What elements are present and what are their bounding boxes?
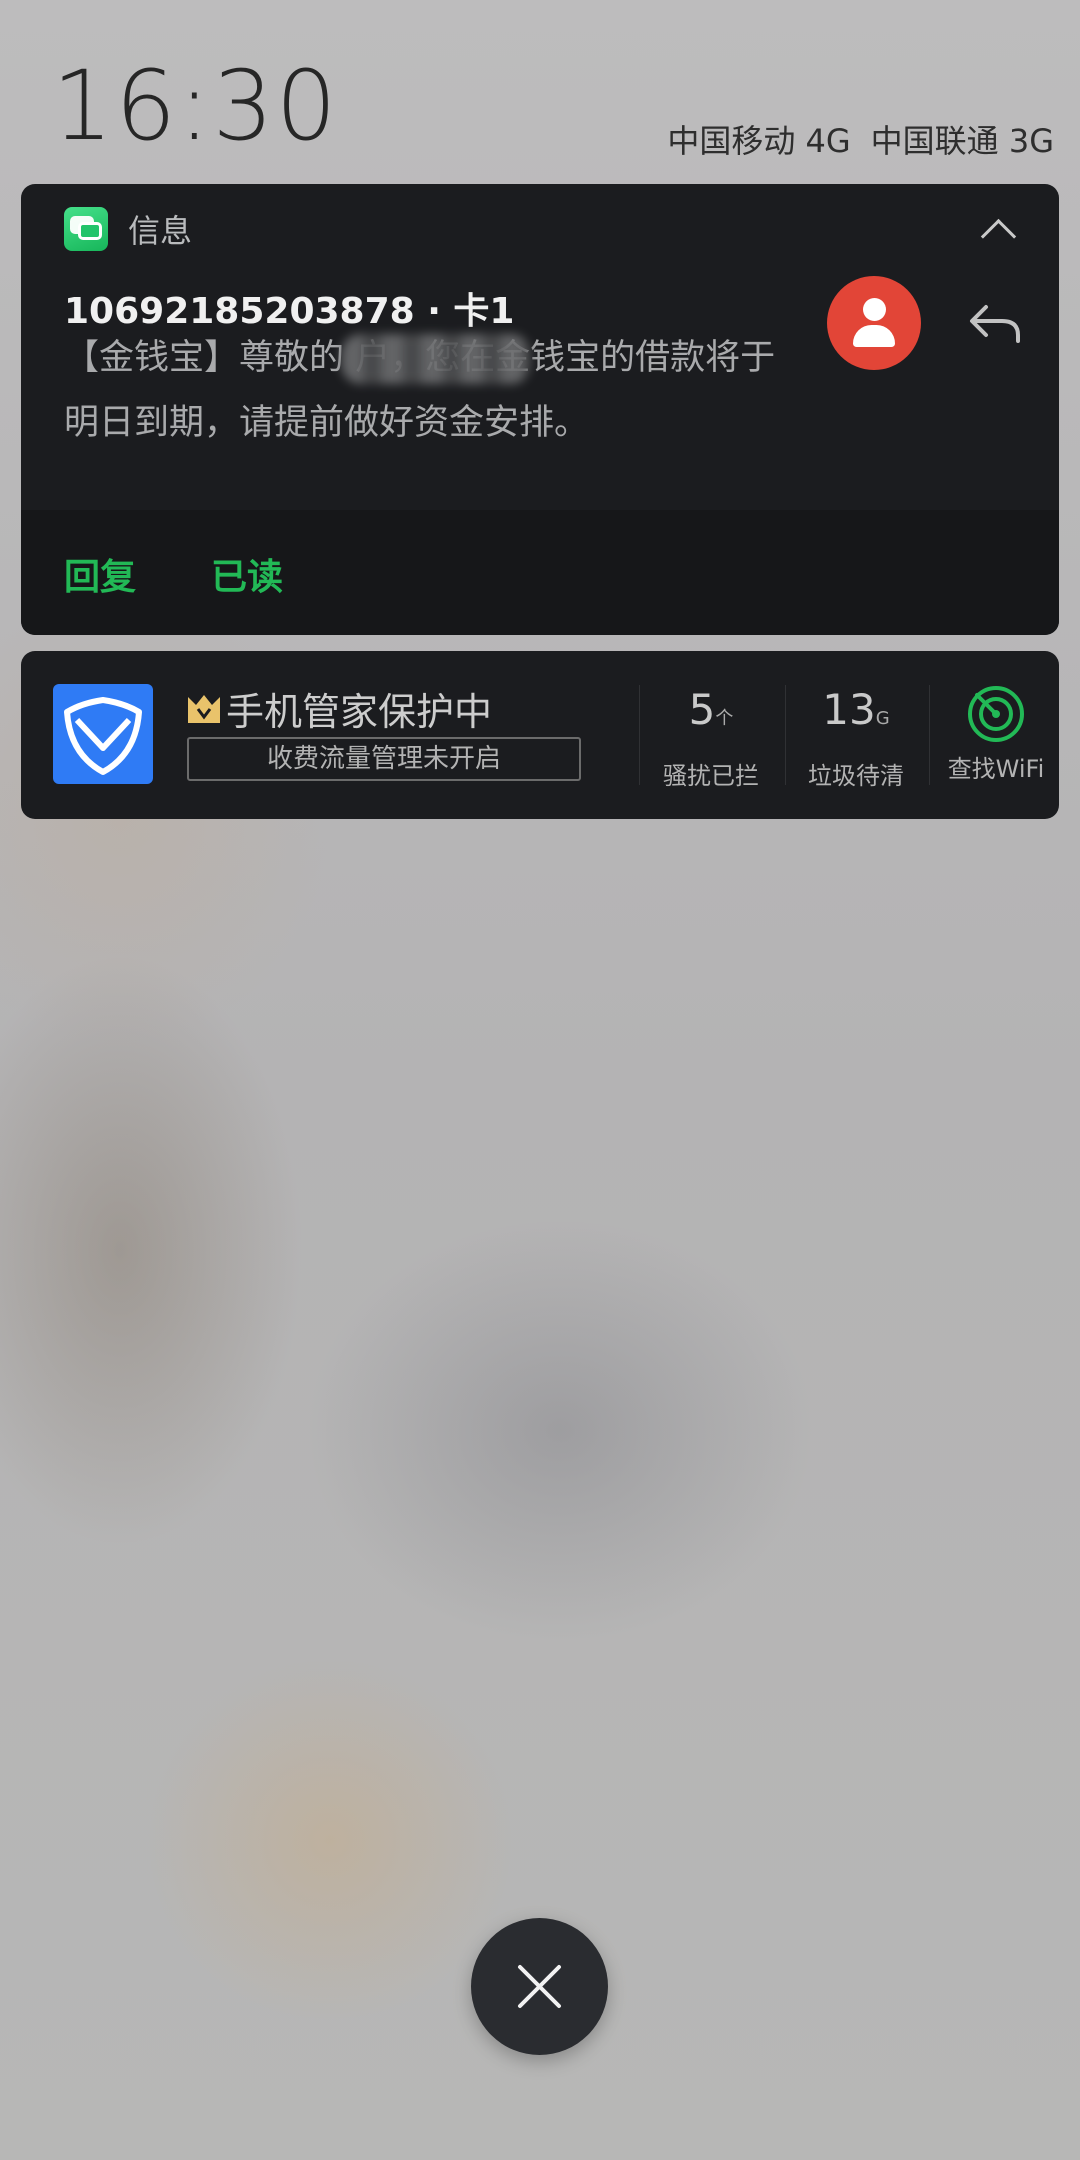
stat-divider — [639, 685, 640, 785]
dismiss-all-button[interactable] — [471, 1918, 608, 2055]
close-icon — [518, 1965, 561, 2008]
stat-junk-value: 13 — [822, 685, 876, 734]
stat-blocked-label: 骚扰已拦 — [663, 762, 759, 790]
stat-blocked-value: 5 — [688, 685, 716, 734]
security-title: 手机管家保护中 — [226, 690, 493, 734]
traffic-management-status[interactable]: 收费流量管理未开启 — [187, 737, 581, 781]
message-notification[interactable]: 信息 10692185203878 · 卡1 【金钱宝】尊敬的 户，您在金钱宝的… — [21, 184, 1059, 635]
stat-blocked-unit: 个 — [715, 708, 734, 729]
chevron-up-icon[interactable] — [980, 218, 1017, 255]
find-wifi-button[interactable]: 查找WiFi — [931, 685, 1059, 784]
reply-button[interactable]: 回复 — [64, 548, 136, 600]
stat-junk-label: 垃圾待清 — [808, 762, 904, 790]
find-wifi-label: 查找WiFi — [947, 755, 1045, 783]
notification-header: 信息 — [64, 206, 192, 252]
stat-junk[interactable]: 13G 垃圾待清 — [786, 685, 926, 791]
security-notification[interactable]: 手机管家保护中 收费流量管理未开启 5个 骚扰已拦 13G 垃圾待清 查找WiF… — [21, 651, 1059, 819]
redacted-name-blur — [341, 334, 531, 384]
reply-arrow-icon[interactable] — [966, 297, 1026, 347]
stat-junk-unit: G — [875, 708, 890, 729]
messages-app-icon — [64, 207, 108, 251]
security-title-row: 手机管家保护中 — [186, 681, 492, 736]
mark-read-button[interactable]: 已读 — [211, 548, 283, 600]
app-name: 信息 — [128, 212, 193, 250]
shield-app-icon — [53, 684, 153, 784]
carrier-1: 中国移动 4G — [667, 122, 851, 160]
stat-blocked[interactable]: 5个 骚扰已拦 — [641, 685, 781, 791]
stat-divider — [929, 685, 930, 785]
status-clock: 16:30 — [52, 50, 339, 162]
crown-icon — [188, 694, 220, 723]
contact-avatar[interactable] — [827, 276, 921, 370]
wifi-radar-icon — [968, 686, 1024, 742]
carrier-info: 中国移动 4G 中国联通 3G — [667, 116, 1054, 162]
notification-actions: 回复 已读 — [21, 510, 1059, 635]
carrier-2: 中国联通 3G — [870, 122, 1054, 160]
